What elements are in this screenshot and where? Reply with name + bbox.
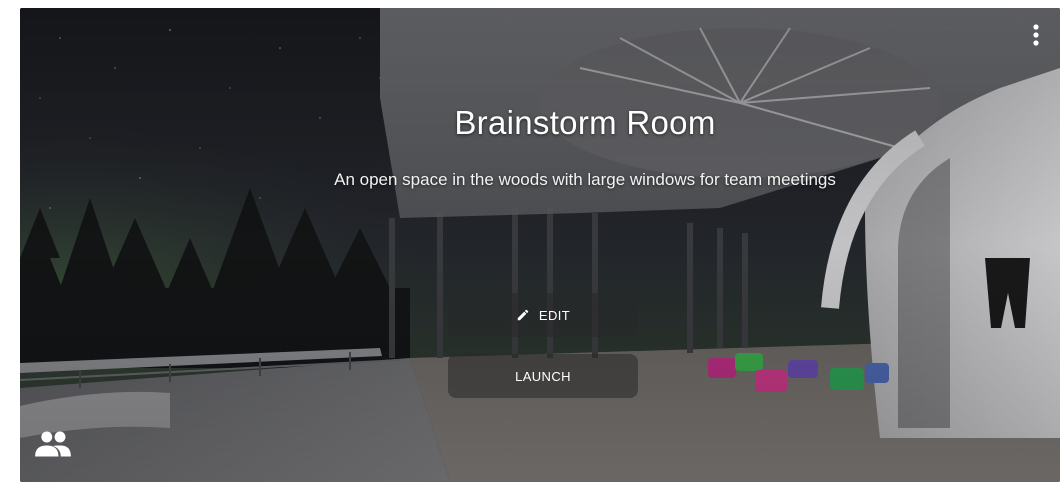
launch-button[interactable]: LAUNCH bbox=[448, 354, 638, 398]
pencil-icon bbox=[517, 309, 529, 321]
people-icon bbox=[35, 431, 71, 457]
room-description: An open space in the woods with large wi… bbox=[334, 170, 836, 189]
room-title: Brainstorm Room bbox=[454, 104, 716, 141]
edit-button-label: EDIT bbox=[538, 307, 571, 323]
launch-button-label: LAUNCH bbox=[515, 368, 571, 384]
edit-button[interactable]: EDIT bbox=[448, 293, 638, 337]
more-vert-icon[interactable] bbox=[1026, 22, 1046, 48]
room-card[interactable]: Brainstorm Room An open space in the woo… bbox=[20, 8, 1060, 482]
